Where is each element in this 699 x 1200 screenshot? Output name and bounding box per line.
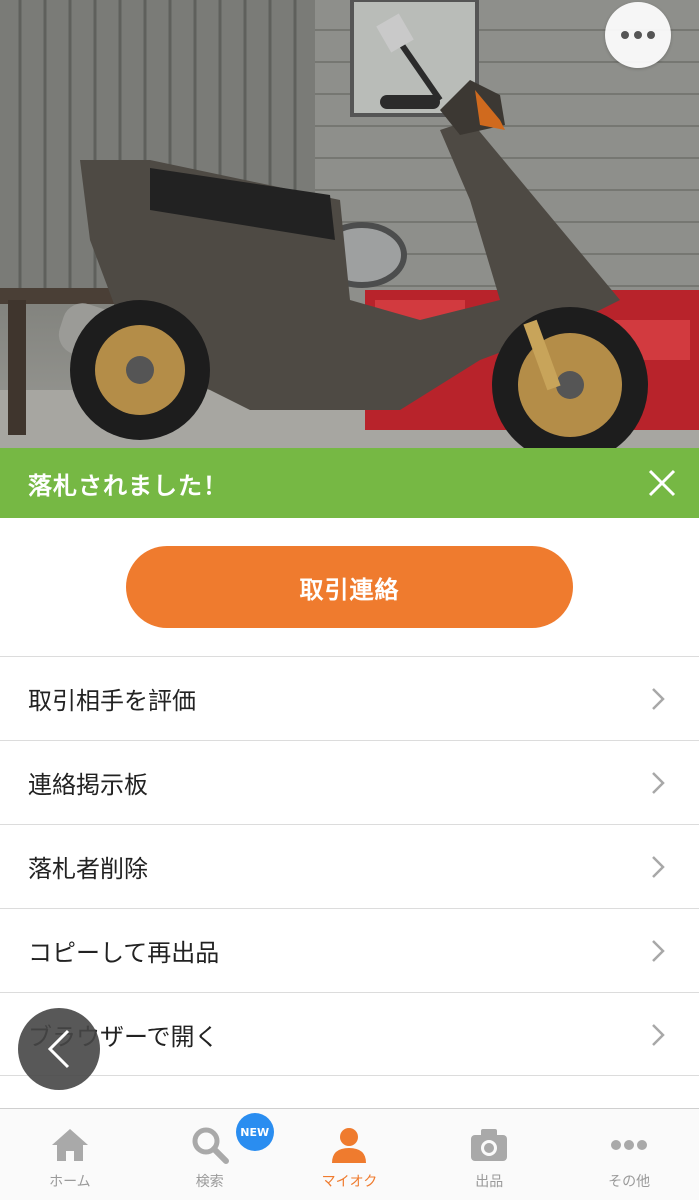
menu-item-open-browser[interactable]: ブラウザーで開く: [0, 992, 699, 1076]
tab-label: その他: [608, 1174, 651, 1190]
tab-label: マイオク: [321, 1174, 378, 1190]
more-options-button[interactable]: [605, 2, 671, 68]
search-icon: [192, 1127, 229, 1164]
item-photo[interactable]: [0, 0, 699, 448]
user-icon: [332, 1128, 367, 1163]
menu-item-copy-relist[interactable]: コピーして再出品: [0, 908, 699, 992]
menu-item-label: 連絡掲示板: [28, 771, 148, 799]
more-horizontal-icon: [621, 31, 629, 39]
menu-item-label: 落札者削除: [28, 855, 148, 883]
tab-label: ホーム: [49, 1174, 91, 1190]
tab-home[interactable]: ホーム: [0, 1109, 140, 1200]
won-banner: 落札されました！: [0, 448, 699, 518]
banner-text: 落札されました！: [28, 471, 228, 500]
menu-item-message-board[interactable]: 連絡掲示板: [0, 740, 699, 824]
camera-icon: [471, 1129, 508, 1161]
chevron-right-icon: [652, 688, 665, 710]
menu-item-label: コピーして再出品: [28, 939, 220, 967]
chevron-left-icon: [47, 1029, 70, 1069]
chevron-right-icon: [652, 772, 665, 794]
tab-label: 出品: [475, 1174, 504, 1190]
action-area: 取引連絡: [0, 518, 699, 656]
home-icon: [51, 1129, 88, 1161]
tab-label: 検索: [195, 1174, 224, 1190]
action-menu: 取引相手を評価 連絡掲示板 落札者削除 コピーして再出品 ブラウザーで開く: [0, 656, 699, 1076]
new-badge: NEW: [235, 1113, 274, 1151]
chevron-right-icon: [652, 856, 665, 878]
more-horizontal-icon: [611, 1140, 648, 1150]
chevron-right-icon: [652, 940, 665, 962]
tab-search[interactable]: NEW 検索: [140, 1109, 280, 1200]
tab-sell[interactable]: 出品: [419, 1109, 559, 1200]
tab-other[interactable]: その他: [559, 1109, 699, 1200]
menu-item-label: 取引相手を評価: [28, 687, 196, 715]
chevron-right-icon: [652, 1024, 665, 1046]
back-button[interactable]: [18, 1008, 100, 1090]
close-icon[interactable]: [639, 460, 685, 506]
menu-item-delete-winner[interactable]: 落札者削除: [0, 824, 699, 908]
transaction-contact-button[interactable]: 取引連絡: [126, 546, 573, 628]
menu-item-rate-partner[interactable]: 取引相手を評価: [0, 656, 699, 740]
tab-my-auction[interactable]: マイオク: [280, 1109, 420, 1200]
scooter-photo: [0, 0, 699, 448]
bottom-tab-bar: ホーム NEW 検索 マイオク 出品 その他: [0, 1108, 699, 1200]
